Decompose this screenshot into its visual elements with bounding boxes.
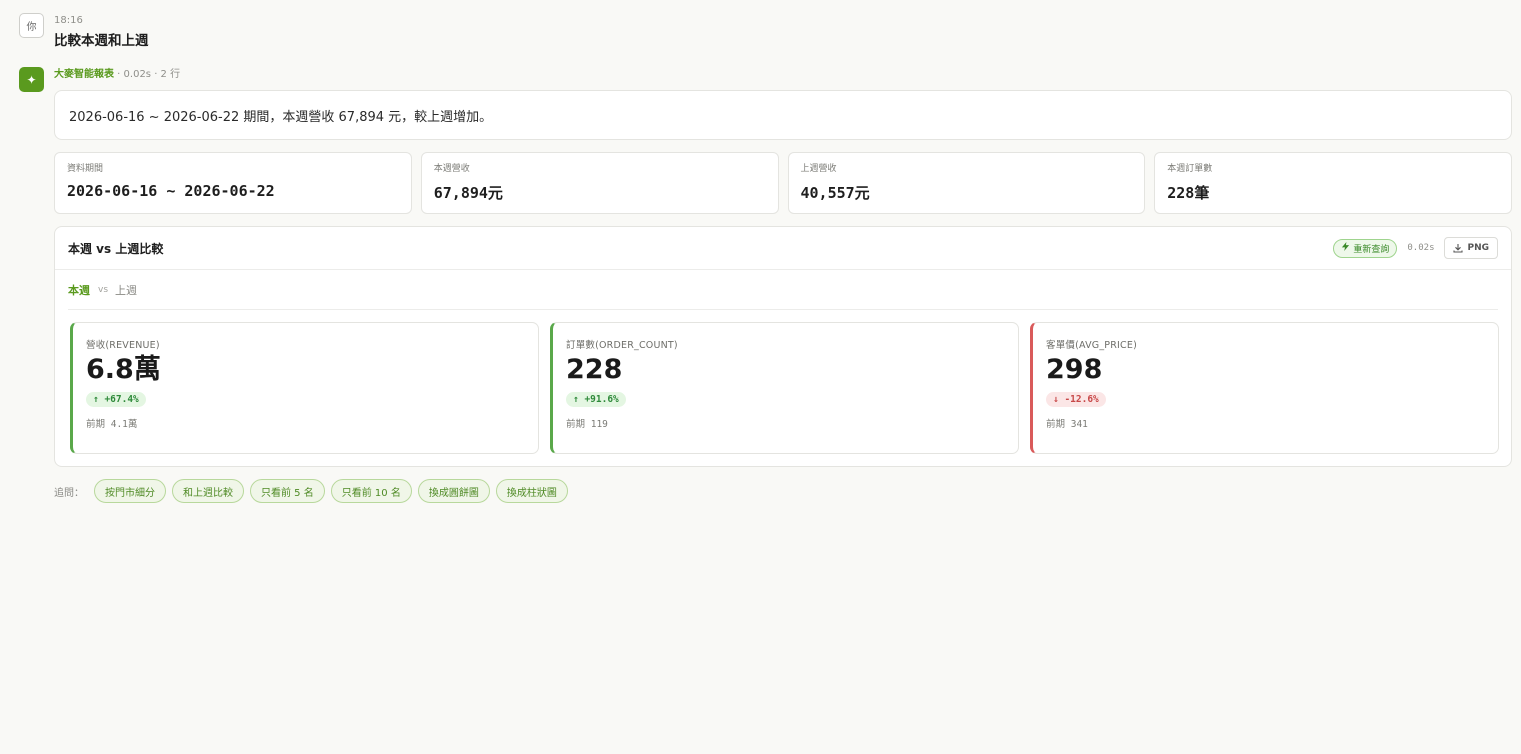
followup-chip[interactable]: 只看前 10 名 (330, 479, 412, 503)
delta-badge: ↑ +67.4% (86, 392, 146, 407)
delta-badge: ↓ -12.6% (1046, 392, 1106, 407)
sparkle-icon: ✦ (26, 72, 37, 87)
previous-value: 前期 119 (566, 419, 608, 430)
elapsed-time: 0.02s (1407, 243, 1435, 253)
metric-card-revenue: 營收(REVENUE) 6.8萬 ↑ +67.4% 前期 4.1萬 (70, 322, 539, 454)
followup-label: 追問： (54, 487, 84, 499)
kpi-value: 2026-06-16 ~ 2026-06-22 (67, 182, 275, 200)
lightning-icon (1341, 242, 1350, 254)
png-label: PNG (1467, 243, 1489, 253)
download-png-button[interactable]: PNG (1444, 237, 1498, 259)
previous-value: 前期 341 (1046, 419, 1088, 430)
followup-chip[interactable]: 按門市細分 (94, 479, 166, 503)
kpi-label: 本週訂單數 (1167, 164, 1213, 174)
comparison-legend: 本週 vs 上週 (68, 270, 1498, 310)
legend-current: 本週 (68, 283, 90, 297)
metric-card-order-count: 訂單數(ORDER_COUNT) 228 ↑ +91.6% 前期 119 (550, 322, 1019, 454)
refresh-label: 重新查詢 (1353, 244, 1390, 255)
download-icon (1453, 243, 1464, 253)
refresh-query-button[interactable]: 重新查詢 (1333, 238, 1398, 258)
assistant-name: 大麥智能報表 (54, 69, 114, 80)
kpi-card-this-week-orders: 本週訂單數 228筆 (1154, 152, 1512, 214)
assistant-avatar: ✦ (19, 67, 44, 92)
message-time: 18:16 (54, 15, 83, 26)
comparison-panel: 本週 vs 上週比較 重新查詢 0.02s PNG 本週 vs 上週 營收(RE… (54, 226, 1512, 467)
kpi-value: 40,557元 (800, 184, 870, 202)
kpi-card-this-week-revenue: 本週營收 67,894元 (420, 152, 779, 214)
kpi-value: 228筆 (1167, 184, 1210, 202)
followup-suggestions: 追問： 按門市細分 和上週比較 只看前 5 名 只看前 10 名 換成圓餅圖 換… (54, 479, 568, 503)
kpi-label: 本週營收 (433, 164, 470, 174)
metric-value: 228 (566, 354, 623, 385)
kpi-label: 上週營收 (800, 164, 837, 174)
legend-previous: 上週 (115, 283, 138, 297)
panel-title: 本週 vs 上週比較 (68, 241, 164, 256)
assistant-meta-info: · 0.02s · 2 行 (114, 69, 181, 80)
kpi-card-period: 資料期間 2026-06-16 ~ 2026-06-22 (54, 152, 412, 214)
kpi-card-last-week-revenue: 上週營收 40,557元 (787, 152, 1146, 214)
user-message-text: 比較本週和上週 (54, 33, 149, 49)
followup-chip[interactable]: 換成圓餅圖 (417, 479, 490, 503)
followup-chip[interactable]: 只看前 5 名 (250, 479, 325, 503)
user-message: 你 18:16 比較本週和上週 (19, 13, 149, 51)
metric-label: 營收(REVENUE) (86, 340, 160, 351)
metric-value: 6.8萬 (86, 354, 161, 385)
previous-value: 前期 4.1萬 (86, 419, 138, 430)
legend-vs: vs (98, 284, 109, 295)
assistant-meta: 大麥智能報表 · 0.02s · 2 行 (54, 68, 180, 82)
metric-label: 客單價(AVG_PRICE) (1046, 340, 1137, 351)
kpi-value: 67,894元 (433, 184, 503, 202)
kpi-label: 資料期間 (67, 164, 104, 174)
followup-chip[interactable]: 換成柱狀圖 (495, 479, 568, 503)
answer-summary: 2026-06-16 ~ 2026-06-22 期間，本週營收 67,894 元… (54, 90, 1512, 140)
delta-badge: ↑ +91.6% (566, 392, 626, 407)
metric-row: 營收(REVENUE) 6.8萬 ↑ +67.4% 前期 4.1萬 訂單數(OR… (70, 322, 1499, 454)
metric-value: 298 (1046, 354, 1103, 385)
user-avatar: 你 (19, 13, 44, 38)
followup-chip[interactable]: 和上週比較 (172, 479, 244, 503)
metric-label: 訂單數(ORDER_COUNT) (566, 340, 678, 351)
panel-header: 本週 vs 上週比較 重新查詢 0.02s PNG (55, 227, 1511, 270)
kpi-row: 資料期間 2026-06-16 ~ 2026-06-22 本週營收 67,894… (54, 152, 1512, 214)
metric-card-avg-price: 客單價(AVG_PRICE) 298 ↓ -12.6% 前期 341 (1030, 322, 1499, 454)
answer-text: 2026-06-16 ~ 2026-06-22 期間，本週營收 67,894 元… (69, 109, 493, 125)
